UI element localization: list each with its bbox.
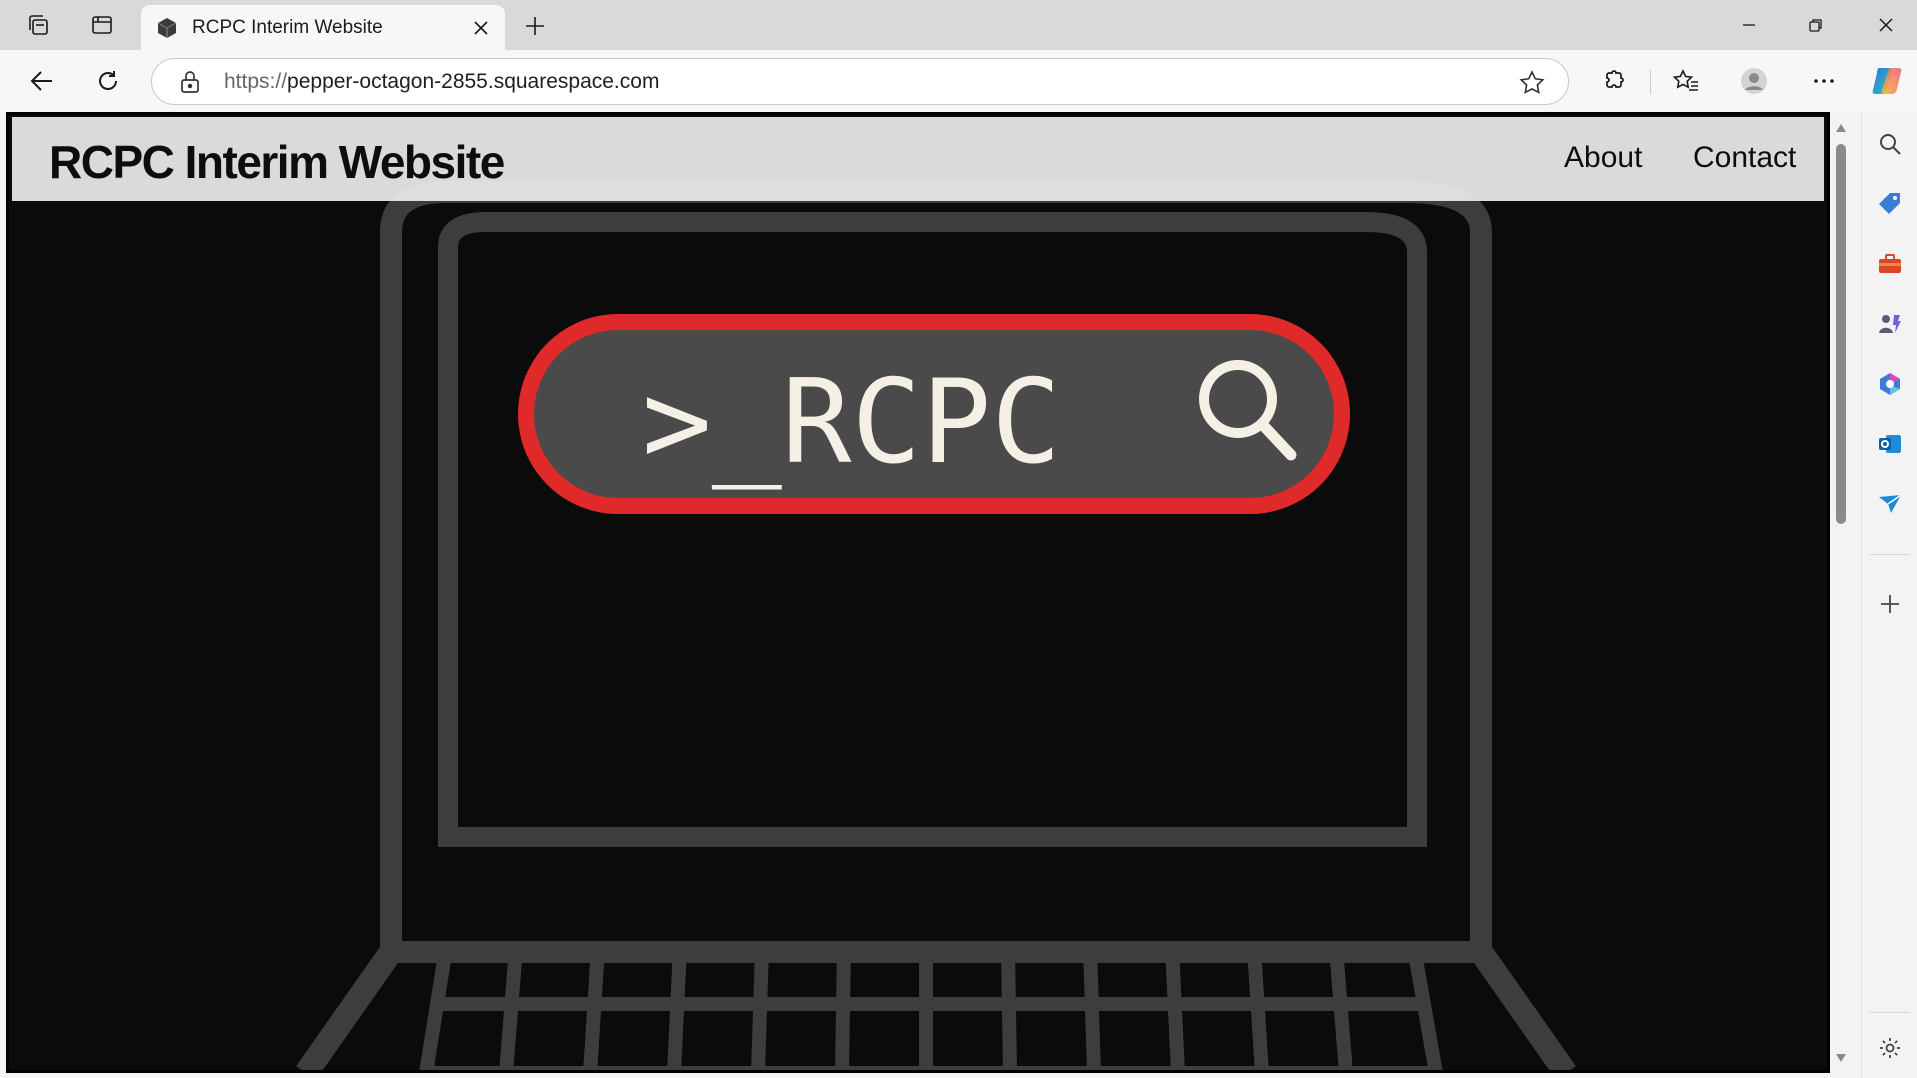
profile-button[interactable] [1736,63,1772,99]
toolbar-divider [1650,70,1651,94]
hero-badge-text: >_RCPC [642,355,1061,490]
sidebar-add-icon[interactable] [1874,588,1906,620]
copilot-button[interactable] [1869,63,1905,99]
site-title[interactable]: RCPC Interim Website [49,135,505,189]
scrollbar-thumb[interactable] [1836,144,1846,524]
scroll-down-arrow-icon[interactable] [1835,1052,1847,1064]
extensions-button[interactable] [1595,63,1631,99]
refresh-button[interactable] [90,63,126,99]
close-tab-icon[interactable] [467,14,495,42]
sidebar-tag-icon[interactable] [1874,188,1906,220]
sidebar-search-icon[interactable] [1874,128,1906,160]
cube-icon [157,18,177,38]
scroll-up-arrow-icon[interactable] [1835,122,1847,134]
page-scrollbar[interactable] [1830,112,1852,1073]
lock-icon[interactable] [178,69,202,95]
back-button[interactable] [24,63,60,99]
hero-laptop-graphic: >_RCPC [6,112,1830,1073]
tab-title: RCPC Interim Website [192,17,383,38]
minimize-button[interactable] [1727,8,1771,42]
sidebar-divider [1870,554,1910,555]
address-bar[interactable]: https://pepper-octagon-2855.squarespace.… [151,58,1569,105]
page-viewport: >_RCPC RCPC Interim Website About Contac… [6,112,1830,1073]
site-header: RCPC Interim Website About Contact [12,117,1824,201]
close-window-button[interactable] [1864,8,1908,42]
star-icon[interactable] [1518,69,1546,97]
url-scheme: https:// [224,70,288,93]
workspaces-icon[interactable] [23,10,53,40]
edge-sidebar [1861,112,1917,1078]
sidebar-divider-bottom [1870,1012,1910,1013]
tab-actions-icon[interactable] [87,10,117,40]
tab-strip: RCPC Interim Website [0,0,1917,50]
browser-toolbar: https://pepper-octagon-2855.squarespace.… [0,50,1917,112]
new-tab-button[interactable] [519,10,551,42]
favorites-button[interactable] [1668,63,1704,99]
url-host: pepper-octagon-2855.squarespace.com [287,70,660,93]
sidebar-outlook-icon[interactable] [1874,428,1906,460]
more-options-button[interactable] [1806,63,1842,99]
nav-contact-link[interactable]: Contact [1693,141,1796,175]
sidebar-settings-icon[interactable] [1874,1032,1906,1064]
sidebar-briefcase-icon[interactable] [1874,248,1906,280]
active-tab[interactable]: RCPC Interim Website [141,5,505,50]
sidebar-send-icon[interactable] [1874,488,1906,520]
nav-about-link[interactable]: About [1564,141,1642,175]
sidebar-games-icon[interactable] [1874,308,1906,340]
sidebar-m365-icon[interactable] [1874,368,1906,400]
url-text[interactable]: https://pepper-octagon-2855.squarespace.… [224,70,659,94]
restore-button[interactable] [1794,8,1838,42]
